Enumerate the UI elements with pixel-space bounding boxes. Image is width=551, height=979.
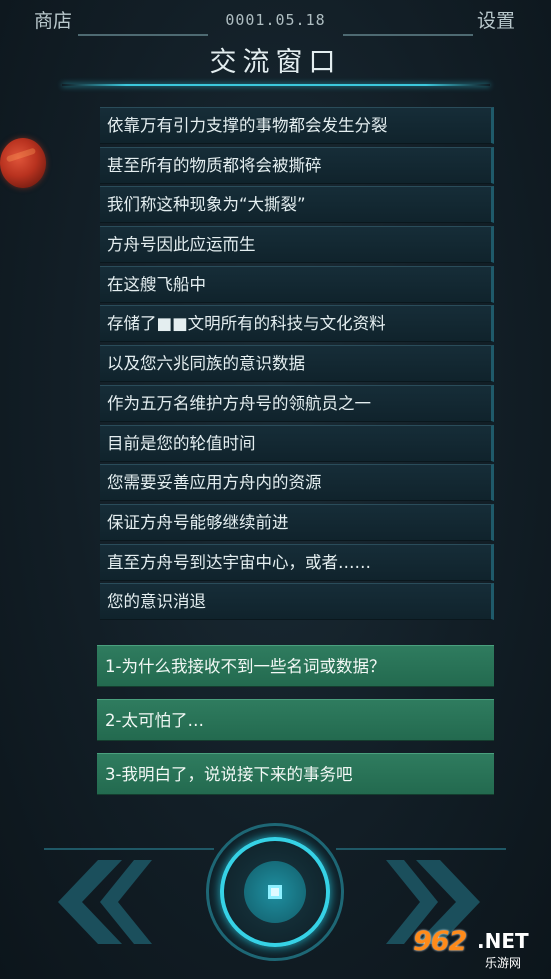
site-watermark: 962 .NET 乐游网 <box>413 920 547 974</box>
header-divider-left <box>78 34 208 36</box>
message-item: 我们称这种现象为“大撕裂” <box>100 186 494 224</box>
choice-button-2[interactable]: 2-太可怕了… <box>97 699 494 741</box>
watermark-suffix: .NET <box>477 929 529 953</box>
message-item: 保证方舟号能够继续前进 <box>100 503 494 541</box>
double-chevron-left-icon[interactable] <box>52 860 152 944</box>
core-button-icon <box>268 885 282 899</box>
game-date: 0001.05.18 <box>225 11 326 29</box>
message-item: 您需要妥善应用方舟内的资源 <box>100 464 494 502</box>
page-title: 交流窗口 <box>209 47 342 78</box>
choice-button-1[interactable]: 1-为什么我接收不到一些名词或数据？ <box>97 645 494 687</box>
watermark-number: 962 <box>413 926 467 957</box>
message-item: 以及您六兆同族的意识数据 <box>100 345 494 383</box>
choice-button-3[interactable]: 3-我明白了，说说接下来的事务吧 <box>97 753 494 795</box>
message-item: 方舟号因此应运而生 <box>100 226 494 264</box>
settings-button[interactable]: 设置 <box>477 6 515 33</box>
top-bar: 商店 0001.05.18 设置 <box>0 0 551 44</box>
message-item: 直至方舟号到达宇宙中心，或者…… <box>100 543 494 581</box>
message-item: 目前是您的轮值时间 <box>100 424 494 462</box>
message-item: 您的意识消退 <box>100 583 494 621</box>
message-list[interactable]: 依靠万有引力支撑的事物都会发生分裂 甚至所有的物质都将会被撕碎 我们称这种现象为… <box>100 107 494 623</box>
header-divider-right <box>343 34 473 36</box>
watermark-subtitle: 乐游网 <box>485 956 522 970</box>
message-item: 作为五万名维护方舟号的领航员之一 <box>100 384 494 422</box>
message-item: 甚至所有的物质都将会被撕碎 <box>100 146 494 184</box>
message-item: 在这艘飞船中 <box>100 265 494 303</box>
title-underline <box>62 84 490 86</box>
message-item: 存储了■■文明所有的科技与文化资料 <box>100 305 494 343</box>
bottom-divider-left <box>44 848 214 850</box>
red-planet-icon <box>0 138 46 188</box>
bottom-divider-right <box>336 848 506 850</box>
message-item: 依靠万有引力支撑的事物都会发生分裂 <box>100 107 494 144</box>
